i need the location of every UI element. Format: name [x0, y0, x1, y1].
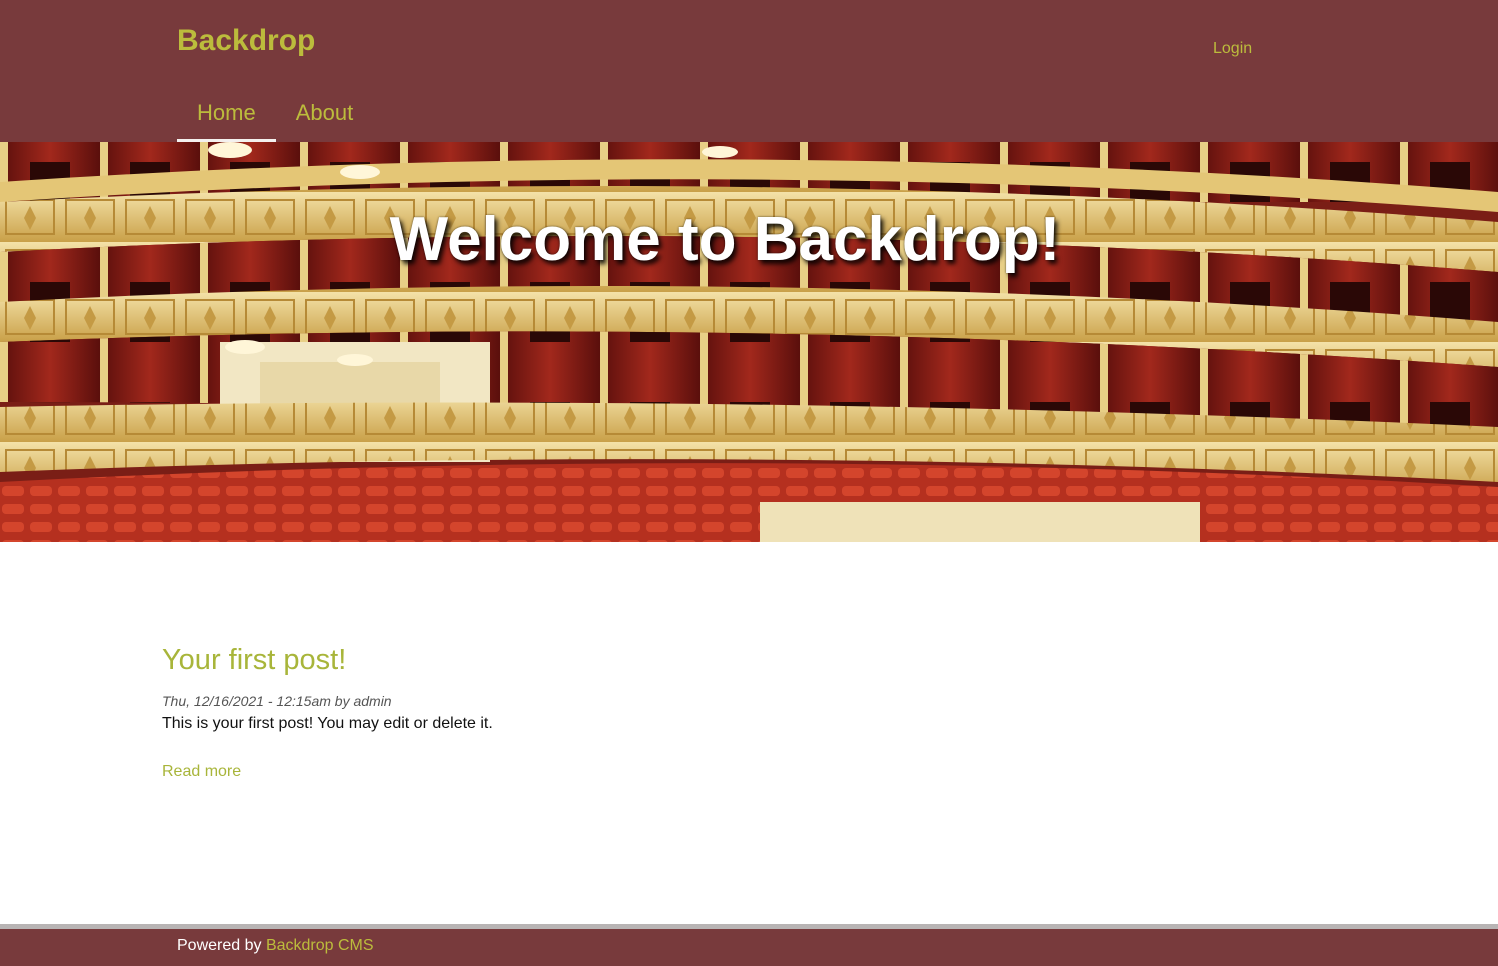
hero-background-image [0, 142, 1498, 542]
article-teaser: Your first post! Thu, 12/16/2021 - 12:15… [162, 644, 1262, 781]
main-menu: Home About [177, 92, 373, 142]
read-more-link[interactable]: Read more [162, 763, 241, 781]
hero-title: Welcome to Backdrop! [389, 205, 1061, 274]
menu-item-home[interactable]: Home [177, 92, 276, 142]
login-link[interactable]: Login [1213, 40, 1252, 58]
footer-text: Powered by Backdrop CMS [177, 937, 374, 955]
menu-item-about[interactable]: About [276, 92, 374, 142]
footer-prefix: Powered by [177, 937, 266, 954]
backdrop-cms-link[interactable]: Backdrop CMS [266, 937, 374, 954]
article-title-link[interactable]: Your first post! [162, 644, 1262, 677]
hero-banner: Welcome to Backdrop! [0, 142, 1498, 542]
site-footer: Powered by Backdrop CMS [0, 929, 1498, 966]
article-body: This is your first post! You may edit or… [162, 715, 493, 732]
article-meta: Thu, 12/16/2021 - 12:15am by admin [162, 693, 392, 709]
site-name-link[interactable]: Backdrop [177, 24, 315, 58]
site-header: Backdrop Login Home About [0, 0, 1498, 142]
